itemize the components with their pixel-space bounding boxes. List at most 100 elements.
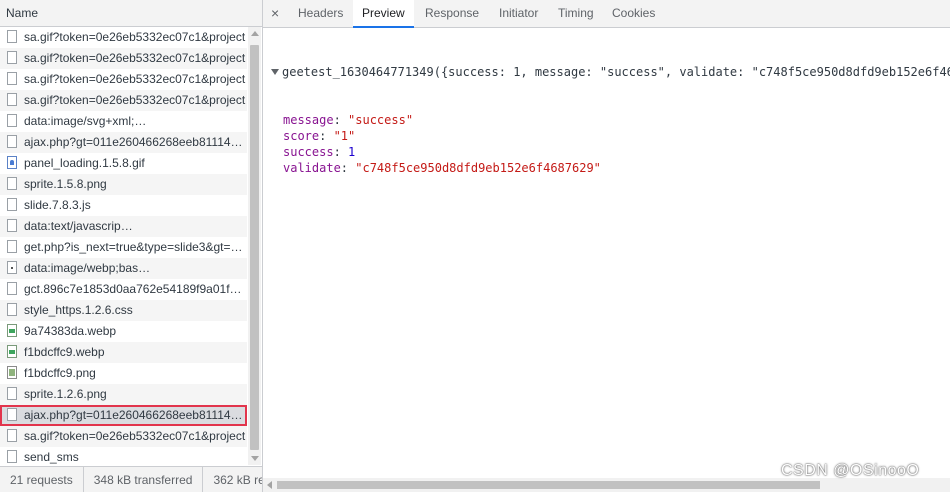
json-key: success xyxy=(283,145,334,159)
request-name: 9a74383da.webp xyxy=(24,324,117,338)
json-summary-line[interactable]: geetest_1630464771349({success: 1, messa… xyxy=(271,64,950,80)
request-row[interactable]: sa.gif?token=0e26eb5332ec07c1&project xyxy=(0,69,247,90)
request-row[interactable]: data:text/javascrip… xyxy=(0,216,247,237)
json-field: success: 1 xyxy=(283,145,356,159)
json-preview: geetest_1630464771349({success: 1, messa… xyxy=(271,32,950,208)
request-name: gct.896c7e1853d0aa762e54189f9a01f4f… xyxy=(24,282,247,296)
close-icon[interactable]: × xyxy=(271,0,279,27)
request-row[interactable]: 9a74383da.webp xyxy=(0,321,247,342)
request-name: sa.gif?token=0e26eb5332ec07c1&project xyxy=(24,93,246,107)
request-row[interactable]: get.php?is_next=true&type=slide3&gt=01… xyxy=(0,237,247,258)
request-row[interactable]: style_https.1.2.6.css xyxy=(0,300,247,321)
file-icon xyxy=(7,114,17,127)
file-icon xyxy=(7,450,17,463)
tab-cookies[interactable]: Cookies xyxy=(611,0,656,27)
request-name: style_https.1.2.6.css xyxy=(24,303,133,317)
request-list: sa.gif?token=0e26eb5332ec07c1&project sa.… xyxy=(0,27,247,468)
json-key: score xyxy=(283,129,320,143)
request-details-panel: × Headers Preview Response Initiator Tim… xyxy=(263,0,950,492)
json-value: "success" xyxy=(348,113,414,127)
file-icon xyxy=(7,177,17,190)
request-name: sprite.1.2.6.png xyxy=(24,387,107,401)
dot-icon xyxy=(7,261,17,274)
name-column-header[interactable]: Name xyxy=(0,0,262,27)
scroll-left-arrow-icon[interactable] xyxy=(267,481,272,489)
request-name: sa.gif?token=0e26eb5332ec07c1&project xyxy=(24,51,246,65)
request-name: ajax.php?gt=011e260466268eeb81114b… xyxy=(24,408,247,422)
tab-preview[interactable]: Preview xyxy=(353,0,414,28)
file-icon xyxy=(7,387,17,400)
file-icon xyxy=(7,135,17,148)
tab-response[interactable]: Response xyxy=(424,0,480,27)
request-row[interactable]: sprite.1.2.6.png xyxy=(0,384,247,405)
file-icon xyxy=(7,408,17,421)
resources-size: 362 kB re xyxy=(213,473,262,487)
request-name: f1bdcffc9.webp xyxy=(24,345,105,359)
preview-horizontal-scrollbar[interactable] xyxy=(263,478,950,492)
image-icon xyxy=(7,345,17,358)
file-icon xyxy=(7,93,17,106)
request-row[interactable]: sa.gif?token=0e26eb5332ec07c1&project xyxy=(0,48,247,69)
request-row[interactable]: data:image/svg+xml;… xyxy=(0,111,247,132)
request-row[interactable]: slide.7.8.3.js xyxy=(0,195,247,216)
horizontal-scrollbar-thumb[interactable] xyxy=(277,481,820,489)
watermark: CSDN @OSinooO xyxy=(781,462,920,479)
request-row[interactable]: f1bdcffc9.webp xyxy=(0,342,247,363)
file-icon xyxy=(7,240,17,253)
request-count: 21 requests xyxy=(0,467,84,492)
request-row[interactable]: sa.gif?token=0e26eb5332ec07c1&project xyxy=(0,27,247,48)
image-icon xyxy=(7,324,17,337)
tab-headers[interactable]: Headers xyxy=(297,0,344,27)
request-name: sa.gif?token=0e26eb5332ec07c1&project xyxy=(24,30,246,44)
request-name: sa.gif?token=0e26eb5332ec07c1&project xyxy=(24,72,246,86)
file-icon xyxy=(7,51,17,64)
request-row[interactable]: ajax.php?gt=011e260466268eeb81114b… xyxy=(0,132,247,153)
request-row[interactable]: gct.896c7e1853d0aa762e54189f9a01f4f… xyxy=(0,279,247,300)
png-icon xyxy=(7,366,17,379)
request-name: f1bdcffc9.png xyxy=(24,366,96,380)
request-row[interactable]: send_sms xyxy=(0,447,247,468)
request-name: get.php?is_next=true&type=slide3&gt=01… xyxy=(24,240,247,254)
request-row[interactable]: data:image/webp;bas… xyxy=(0,258,247,279)
file-icon xyxy=(7,198,17,211)
transferred-size: 348 kB transferred xyxy=(84,467,204,492)
request-row[interactable]: f1bdcffc9.png xyxy=(0,363,247,384)
json-key: message xyxy=(283,113,334,127)
scrollbar-thumb[interactable] xyxy=(250,45,259,450)
json-summary: geetest_1630464771349({success: 1, messa… xyxy=(282,65,950,79)
scroll-down-arrow-icon[interactable] xyxy=(251,456,259,461)
request-name: ajax.php?gt=011e260466268eeb81114b… xyxy=(24,135,247,149)
gif-icon xyxy=(7,156,17,169)
request-name: data:image/webp;bas… xyxy=(24,261,151,275)
request-name: sprite.1.5.8.png xyxy=(24,177,107,191)
json-field: message: "success" xyxy=(283,113,414,127)
scroll-up-arrow-icon[interactable] xyxy=(251,31,259,36)
json-field: validate: "c748f5ce950d8dfd9eb152e6f4687… xyxy=(283,161,601,175)
json-field: score: "1" xyxy=(283,129,356,143)
file-icon xyxy=(7,30,17,43)
request-list-panel: Name sa.gif?token=0e26eb5332ec07c1&proje… xyxy=(0,0,263,492)
request-row[interactable]: ajax.php?gt=011e260466268eeb81114b… xyxy=(0,405,247,426)
json-value: 1 xyxy=(348,145,356,159)
request-row[interactable]: sa.gif?token=0e26eb5332ec07c1&project xyxy=(0,426,247,447)
details-tab-bar: × Headers Preview Response Initiator Tim… xyxy=(263,0,950,28)
request-name: slide.7.8.3.js xyxy=(24,198,91,212)
request-row[interactable]: sa.gif?token=0e26eb5332ec07c1&project xyxy=(0,90,247,111)
tab-initiator[interactable]: Initiator xyxy=(498,0,539,27)
expand-triangle-icon[interactable] xyxy=(271,69,279,75)
file-icon xyxy=(7,303,17,316)
tab-timing[interactable]: Timing xyxy=(557,0,595,27)
file-icon xyxy=(7,282,17,295)
request-list-scrollbar[interactable] xyxy=(248,27,261,465)
network-status-bar: 21 requests 348 kB transferred 362 kB re xyxy=(0,466,262,492)
request-name: data:text/javascrip… xyxy=(24,219,133,233)
request-row[interactable]: panel_loading.1.5.8.gif xyxy=(0,153,247,174)
request-name: panel_loading.1.5.8.gif xyxy=(24,156,145,170)
request-row[interactable]: sprite.1.5.8.png xyxy=(0,174,247,195)
json-key: validate xyxy=(283,161,341,175)
file-icon xyxy=(7,219,17,232)
request-name: data:image/svg+xml;… xyxy=(24,114,147,128)
file-icon xyxy=(7,72,17,85)
json-value: "c748f5ce950d8dfd9eb152e6f4687629" xyxy=(355,161,601,175)
request-name: sa.gif?token=0e26eb5332ec07c1&project xyxy=(24,429,246,443)
